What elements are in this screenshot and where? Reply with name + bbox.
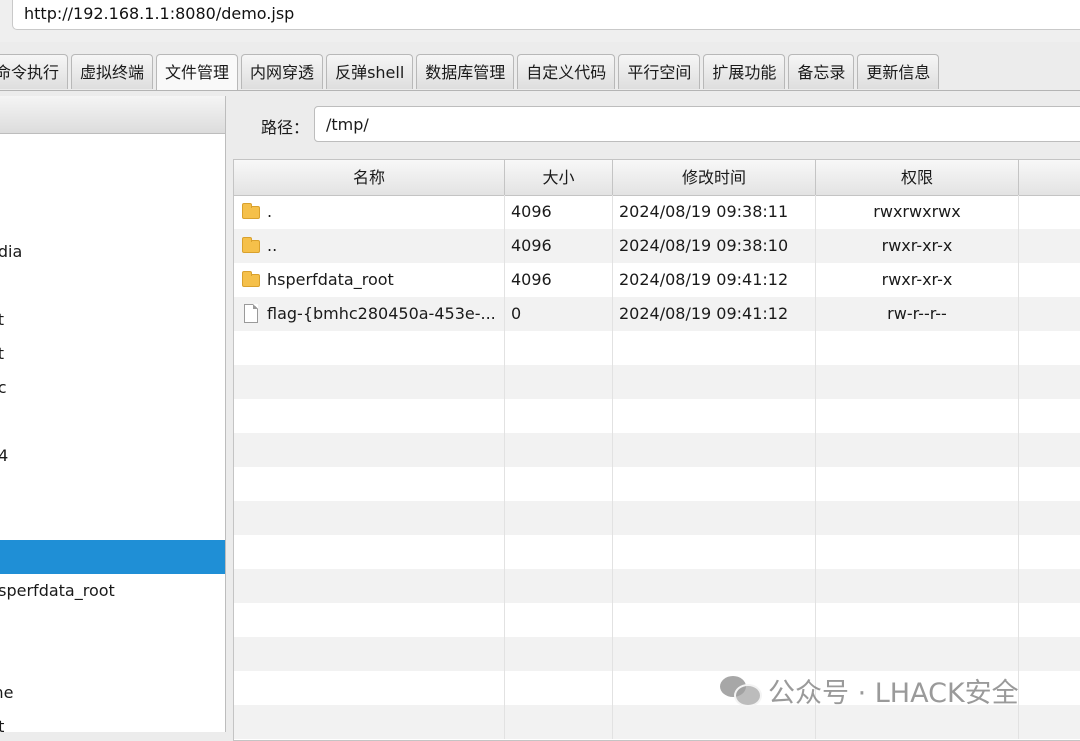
- tree-item[interactable]: nt: [0, 710, 225, 732]
- empty-row: [234, 365, 1080, 399]
- cell-size: 0: [505, 297, 613, 331]
- cell-name: hsperfdata_root: [234, 263, 505, 297]
- url-input[interactable]: http://192.168.1.1:8080/demo.jsp: [12, 0, 1080, 30]
- cell-permission: rwxr-xr-x: [816, 263, 1019, 297]
- path-input[interactable]: /tmp/: [314, 106, 1080, 142]
- tab-extensions[interactable]: 扩展功能: [703, 54, 786, 89]
- cell-name: ..: [234, 229, 505, 263]
- tree-item[interactable]: oc: [0, 371, 225, 405]
- table-header: 名称 大小 修改时间 权限: [234, 160, 1080, 196]
- empty-row: [234, 603, 1080, 637]
- tab-command-exec[interactable]: 命令执行: [0, 54, 69, 89]
- table-row[interactable]: . 4096 2024/08/19 09:38:11 rwxrwxrwx: [234, 195, 1080, 229]
- tab-update-info[interactable]: 更新信息: [857, 54, 940, 89]
- cell-name: .: [234, 195, 505, 229]
- watermark: 公众号 · LHACK安全: [720, 670, 1019, 710]
- empty-row: [234, 399, 1080, 433]
- cell-mtime: 2024/08/19 09:38:11: [613, 195, 816, 229]
- table-row[interactable]: hsperfdata_root 4096 2024/08/19 09:41:12…: [234, 263, 1080, 297]
- empty-row: [234, 535, 1080, 569]
- tab-divider: [0, 90, 1080, 91]
- tab-memo[interactable]: 备忘录: [788, 54, 855, 89]
- tab-custom-code[interactable]: 自定义代码: [517, 54, 616, 89]
- cell-mtime: 2024/08/19 09:38:10: [613, 229, 816, 263]
- empty-row: [234, 569, 1080, 603]
- folder-icon: [242, 271, 260, 287]
- tree-item[interactable]: s: [0, 608, 225, 642]
- table-row[interactable]: .. 4096 2024/08/19 09:38:10 rwxr-xr-x: [234, 229, 1080, 263]
- file-icon: [244, 304, 258, 323]
- tab-bar: 命令执行 虚拟终端 文件管理 内网穿透 反弹shell 数据库管理 自定义代码 …: [0, 54, 942, 91]
- watermark-text: 公众号 · LHACK安全: [768, 677, 1019, 709]
- folder-icon: [242, 203, 260, 219]
- tree-item[interactable]: ot: [0, 303, 225, 337]
- folder-icon: [242, 237, 260, 253]
- empty-row: [234, 501, 1080, 535]
- url-text: http://192.168.1.1:8080/demo.jsp: [24, 4, 295, 23]
- tab-intranet-tunnel[interactable]: 内网穿透: [241, 54, 324, 89]
- path-label: 路径：: [261, 118, 310, 137]
- column-header-extra: [1019, 160, 1080, 195]
- cell-size: 4096: [505, 195, 613, 229]
- tree-item[interactable]: hsperfdata_root: [0, 574, 225, 608]
- tree-item[interactable]: ot: [0, 337, 225, 371]
- tree-item[interactable]: .: [0, 473, 225, 507]
- cell-mtime: 2024/08/19 09:41:12: [613, 297, 816, 331]
- tree-header: [0, 96, 225, 134]
- tab-database-manager[interactable]: 数据库管理: [416, 54, 515, 89]
- tab-parallel-space[interactable]: 平行空间: [618, 54, 701, 89]
- cell-name: flag-{bmhc280450a-453e-...: [234, 297, 505, 331]
- file-name: ..: [267, 236, 278, 255]
- cell-permission: rw-r--r--: [816, 297, 1019, 331]
- tab-file-manager[interactable]: 文件管理: [156, 54, 239, 91]
- tree-item[interactable]: n: [0, 507, 225, 541]
- tree-item[interactable]: [0, 642, 225, 676]
- cell-extra: [1019, 195, 1080, 229]
- directory-tree[interactable]: n . edia t ot ot oc : 64 . n p hsperfdat…: [0, 96, 226, 732]
- path-value: /tmp/: [326, 115, 369, 134]
- cell-mtime: 2024/08/19 09:41:12: [613, 263, 816, 297]
- empty-row: [234, 331, 1080, 365]
- file-table[interactable]: 名称 大小 修改时间 权限 . 4096 2024/08/19 09:38:11…: [233, 159, 1080, 741]
- tree-item[interactable]: me: [0, 676, 225, 710]
- file-name: hsperfdata_root: [267, 270, 394, 289]
- table-row[interactable]: flag-{bmhc280450a-453e-... 0 2024/08/19 …: [234, 297, 1080, 331]
- cell-size: 4096: [505, 229, 613, 263]
- file-name: .: [267, 202, 273, 221]
- tab-reverse-shell[interactable]: 反弹shell: [326, 54, 414, 89]
- tree-item[interactable]: n: [0, 167, 225, 201]
- column-header-mtime[interactable]: 修改时间: [613, 160, 816, 195]
- cell-extra: [1019, 229, 1080, 263]
- column-header-name[interactable]: 名称: [234, 160, 505, 195]
- cell-permission: rwxrwxrwx: [816, 195, 1019, 229]
- empty-row: [234, 637, 1080, 671]
- file-name: flag-{bmhc280450a-453e-...: [267, 304, 496, 323]
- wechat-icon: [720, 674, 762, 707]
- cell-extra: [1019, 297, 1080, 331]
- tree-item[interactable]: 64: [0, 439, 225, 473]
- tree-item[interactable]: edia: [0, 235, 225, 269]
- cell-extra: [1019, 263, 1080, 297]
- empty-row: [234, 433, 1080, 467]
- tree-item[interactable]: .: [0, 201, 225, 235]
- column-header-permission[interactable]: 权限: [816, 160, 1019, 195]
- tree-item[interactable]: :: [0, 405, 225, 439]
- empty-row: [234, 705, 1080, 739]
- tab-virtual-terminal[interactable]: 虚拟终端: [71, 54, 154, 89]
- cell-permission: rwxr-xr-x: [816, 229, 1019, 263]
- tree-item-selected[interactable]: p: [0, 540, 225, 574]
- cell-size: 4096: [505, 263, 613, 297]
- column-header-size[interactable]: 大小: [505, 160, 613, 195]
- browser-bar: http://192.168.1.1:8080/demo.jsp: [0, 0, 1080, 42]
- empty-row: [234, 467, 1080, 501]
- tree-item[interactable]: t: [0, 269, 225, 303]
